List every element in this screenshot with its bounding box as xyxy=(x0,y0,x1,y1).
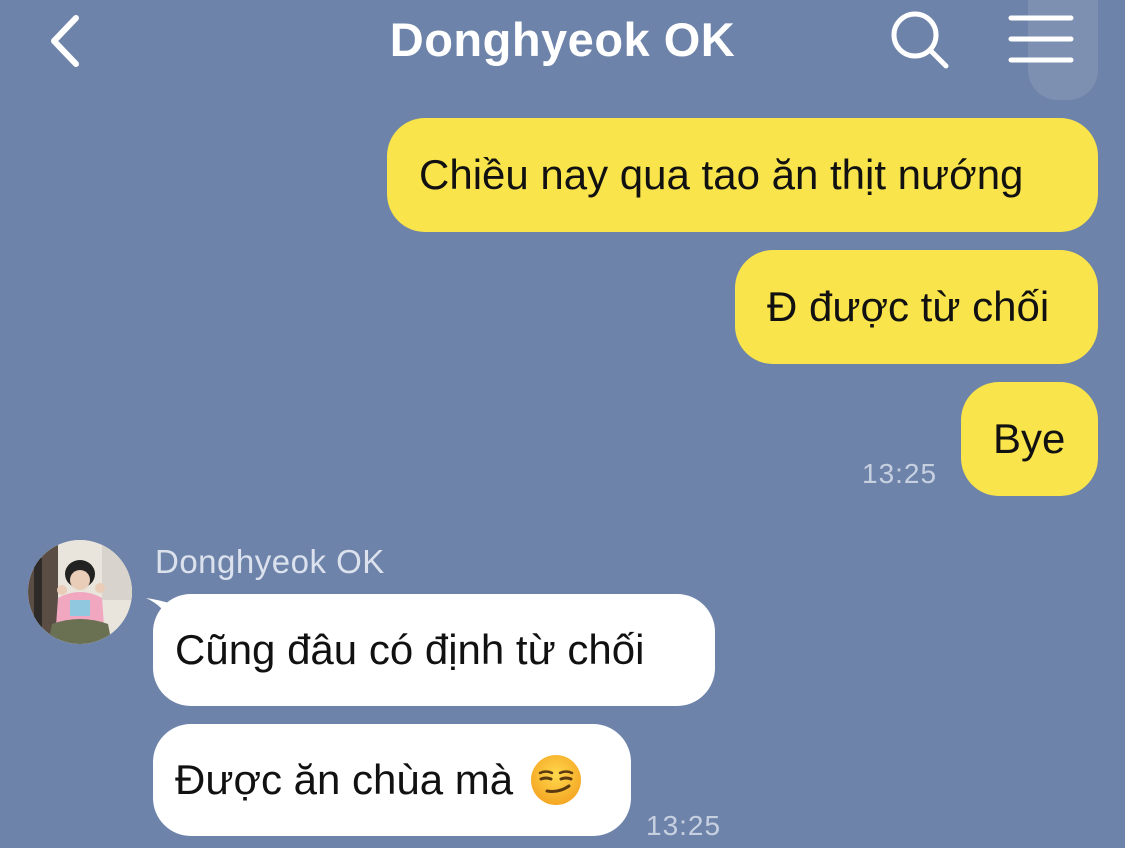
chat-header: Donghyeok OK xyxy=(0,0,1125,84)
sender-name: Donghyeok OK xyxy=(155,543,385,580)
outgoing-message[interactable]: Bye xyxy=(961,382,1098,496)
profile-photo xyxy=(28,540,132,644)
outgoing-message[interactable]: Đ được từ chối xyxy=(735,250,1098,364)
search-button[interactable] xyxy=(884,4,956,76)
incoming-message[interactable]: Được ăn chùa mà xyxy=(153,724,631,836)
message-text: Đ được từ chối xyxy=(767,283,1050,330)
message-timestamp: 13:25 xyxy=(646,810,722,841)
smirking-face-emoji xyxy=(531,755,582,805)
chat-title: Donghyeok OK xyxy=(389,13,736,66)
hamburger-menu-icon xyxy=(1008,15,1074,63)
avatar[interactable] xyxy=(28,540,132,644)
message-text: Chiều nay qua tao ăn thịt nướng xyxy=(419,151,1024,198)
message-text: Cũng đâu có định từ chối xyxy=(175,626,645,673)
outgoing-message[interactable]: Chiều nay qua tao ăn thịt nướng xyxy=(387,118,1098,232)
menu-button[interactable] xyxy=(1000,6,1084,76)
search-icon xyxy=(891,11,949,69)
message-text: Được ăn chùa mà xyxy=(175,756,514,803)
message-text: Bye xyxy=(993,415,1066,462)
message-timestamp: 13:25 xyxy=(862,458,938,489)
incoming-message[interactable]: Cũng đâu có định từ chối xyxy=(153,594,715,706)
